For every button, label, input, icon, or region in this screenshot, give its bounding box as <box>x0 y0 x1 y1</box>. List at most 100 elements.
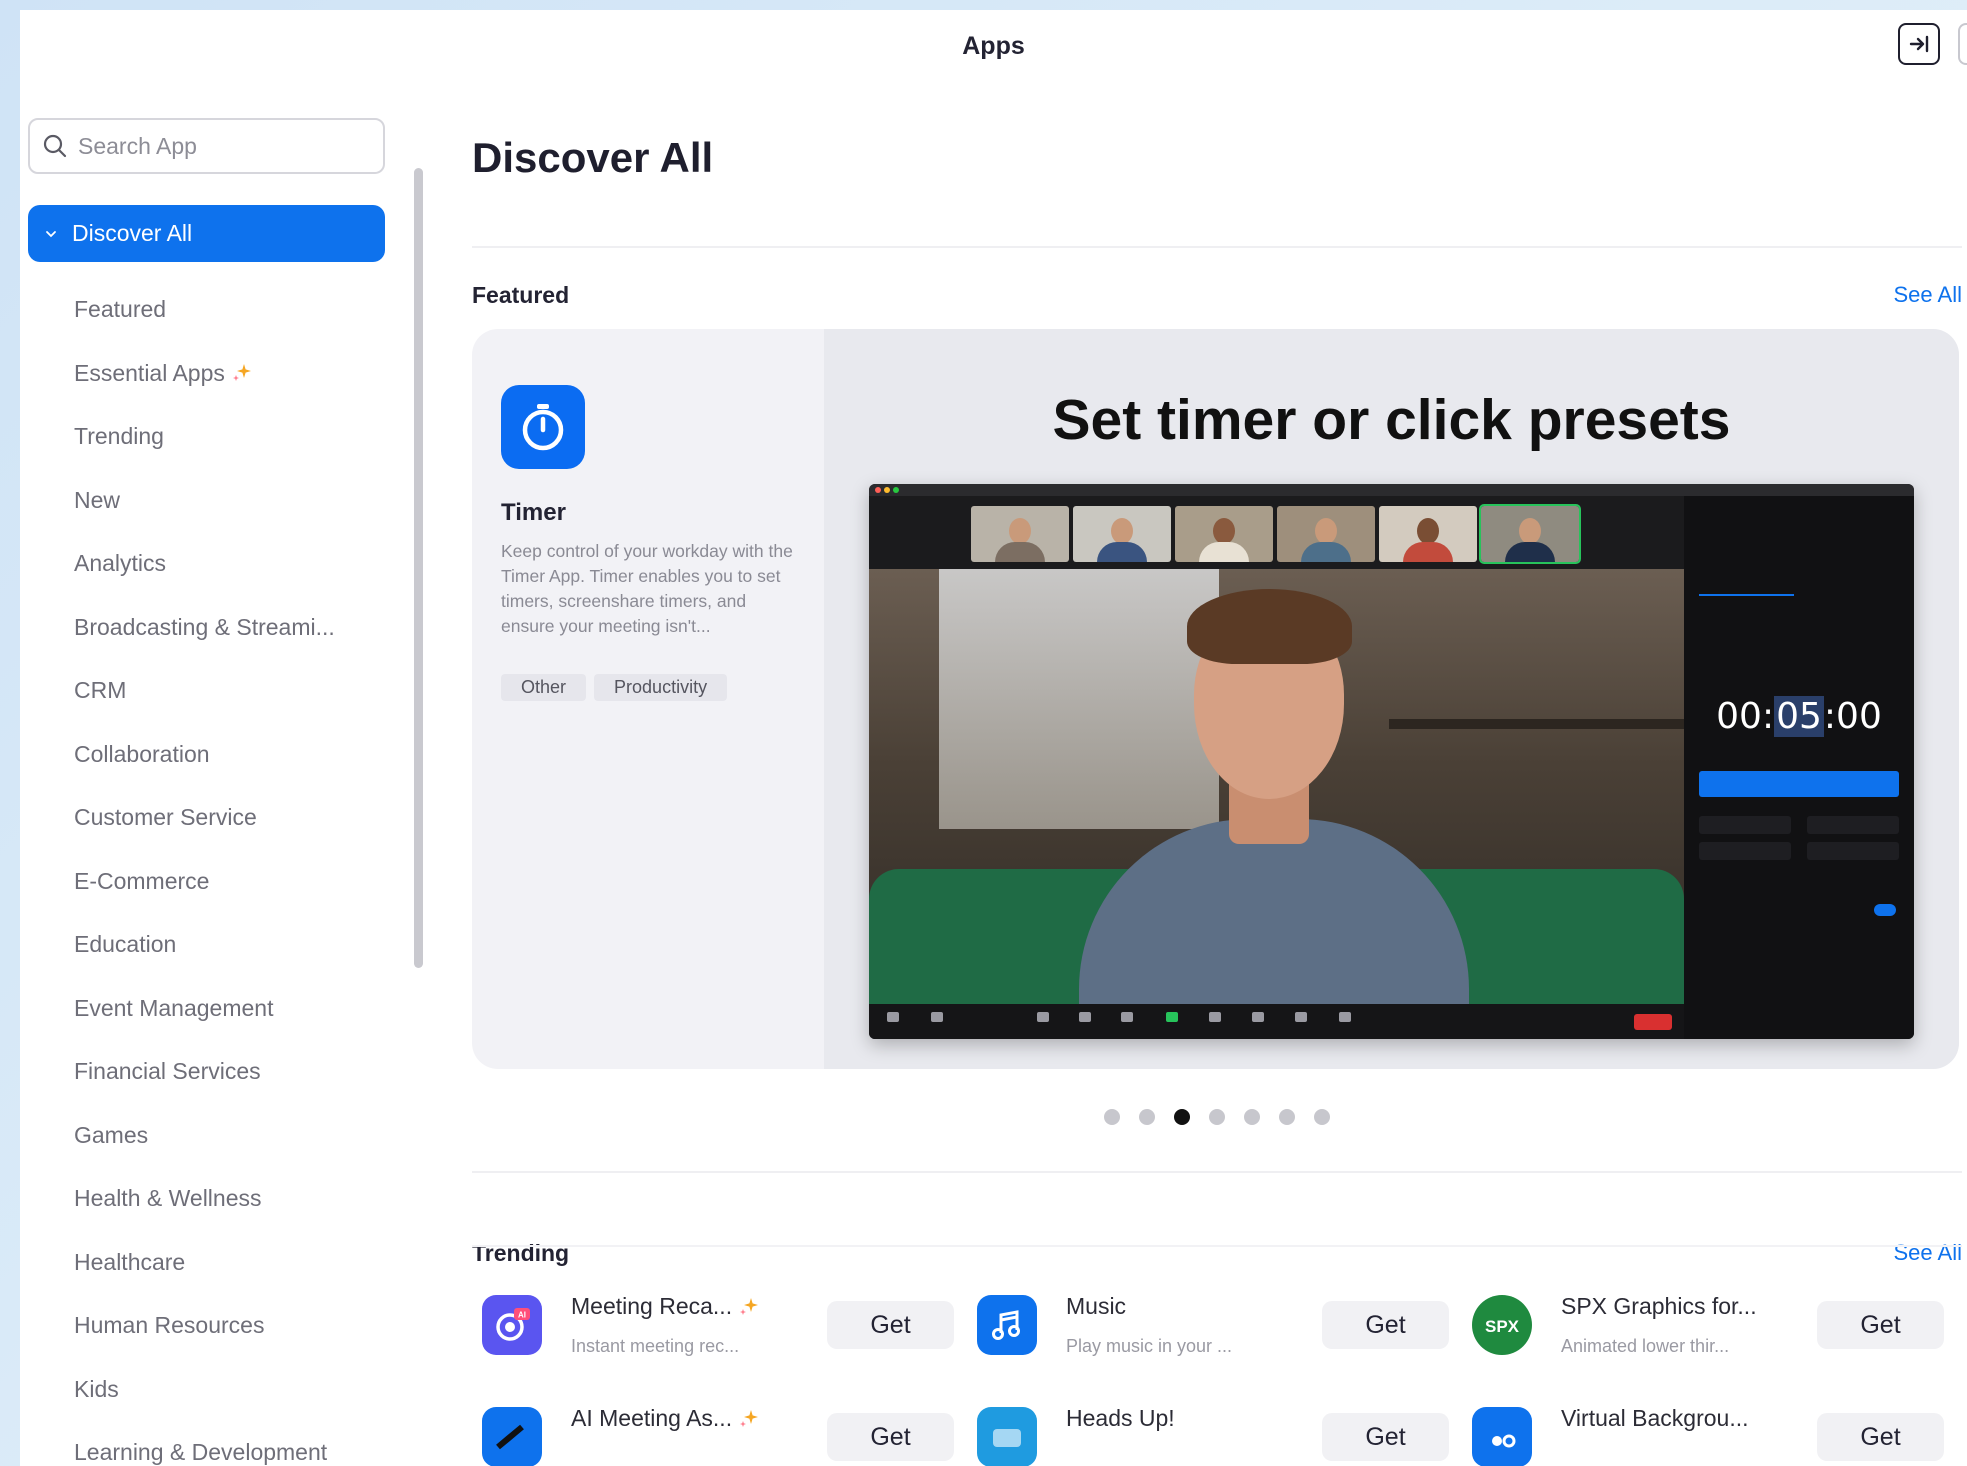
carousel-dot[interactable] <box>1314 1109 1330 1125</box>
speaker-video <box>869 569 1684 1004</box>
sidebar-item-human-resources[interactable]: Human Resources <box>74 1294 335 1358</box>
carousel-dot[interactable] <box>1139 1109 1155 1125</box>
sparkle-icon <box>738 1408 760 1430</box>
get-button[interactable]: Get <box>1322 1413 1449 1461</box>
featured-app-name: Timer <box>501 499 566 526</box>
trending-app-item[interactable]: Heads Up! Get <box>967 1388 1457 1466</box>
divider <box>472 1245 1962 1247</box>
get-button[interactable]: Get <box>1817 1413 1944 1461</box>
collapse-panel-button[interactable] <box>1898 23 1940 65</box>
sidebar-item-label: New <box>74 486 121 513</box>
sidebar-item-label: Essential Apps <box>74 359 225 386</box>
sidebar-item-label: Broadcasting & Streami... <box>74 613 335 640</box>
sidebar-item-new[interactable]: New <box>74 469 335 533</box>
sidebar-item-label: Kids <box>74 1375 119 1402</box>
trending-app-item[interactable]: AI Meeting Reca... Instant meeting rec... G… <box>472 1276 962 1386</box>
promo-banner: Set timer or click presets 00:05:00 <box>824 329 1959 1069</box>
sidebar-item-financial-services[interactable]: Financial Services <box>74 1040 335 1104</box>
participant-thumbnail <box>1479 504 1581 564</box>
trending-app-item[interactable]: Music Play music in your ... Get <box>967 1276 1457 1386</box>
divider <box>472 246 1962 248</box>
sidebar-item-analytics[interactable]: Analytics <box>74 532 335 596</box>
carousel-dot[interactable] <box>1104 1109 1120 1125</box>
trending-app-name: SPX Graphics for... <box>1561 1293 1757 1319</box>
carousel-dot[interactable] <box>1209 1109 1225 1125</box>
carousel-dot[interactable] <box>1279 1109 1295 1125</box>
search-input[interactable] <box>78 132 358 160</box>
featured-app-card[interactable]: Timer Keep control of your workday with … <box>472 329 1959 1069</box>
featured-app-tags: Other Productivity <box>501 674 728 701</box>
svg-text:AI: AI <box>518 1311 526 1320</box>
sidebar-item-label: CRM <box>74 677 127 704</box>
sidebar-scrollbar[interactable] <box>414 168 423 968</box>
featured-app-description: Keep control of your workday with the Ti… <box>501 541 793 636</box>
timer-app-screenshot: 00:05:00 <box>869 484 1914 1039</box>
search-box[interactable] <box>28 118 385 174</box>
stopwatch-icon <box>501 385 585 469</box>
timer-start-button <box>1699 771 1899 797</box>
apps-window: Apps Discover All Featured Essential Apps… <box>20 10 1967 1466</box>
page-title: Discover All <box>472 134 714 181</box>
trending-app-name: Meeting Reca... <box>571 1293 760 1320</box>
sidebar-item-kids[interactable]: Kids <box>74 1358 335 1422</box>
sidebar-item-label: Customer Service <box>74 804 257 831</box>
trending-app-description: Instant meeting rec... <box>571 1336 740 1356</box>
sidebar-item-trending[interactable]: Trending <box>74 405 335 469</box>
participant-thumbnail <box>1175 506 1273 562</box>
sidebar-item-customer-service[interactable]: Customer Service <box>74 786 335 850</box>
virtual-background-icon <box>1472 1407 1532 1466</box>
sidebar-item-event-management[interactable]: Event Management <box>74 977 335 1041</box>
participant-thumbnails <box>971 504 1581 564</box>
carousel-pagination <box>1104 1109 1330 1125</box>
sidebar: Discover All Featured Essential Apps Trend… <box>20 90 432 1466</box>
search-icon <box>43 134 67 158</box>
get-button[interactable]: Get <box>1322 1301 1449 1349</box>
participant-thumbnail <box>1277 506 1375 562</box>
get-button[interactable]: Get <box>1817 1301 1944 1349</box>
sidebar-item-games[interactable]: Games <box>74 1104 335 1168</box>
sparkle-icon <box>738 1296 760 1318</box>
sidebar-item-education[interactable]: Education <box>74 913 335 977</box>
ai-meeting-icon <box>482 1407 542 1466</box>
trending-see-all-link[interactable]: See All <box>1894 1240 1963 1266</box>
sidebar-item-label: E-Commerce <box>74 867 210 894</box>
sidebar-item-featured[interactable]: Featured <box>74 278 335 342</box>
music-icon <box>977 1295 1037 1355</box>
carousel-dot[interactable] <box>1174 1109 1190 1125</box>
sidebar-item-collaboration[interactable]: Collaboration <box>74 723 335 787</box>
window-edge-button[interactable] <box>1958 23 1967 65</box>
sidebar-item-label: Event Management <box>74 994 274 1021</box>
trending-app-item[interactable]: SPX SPX Graphics for... Animated lower thi… <box>1462 1276 1952 1386</box>
sidebar-item-essential-apps[interactable]: Essential Apps <box>74 342 335 406</box>
sidebar-item-label: Analytics <box>74 550 167 577</box>
featured-section-title: Featured <box>472 282 570 308</box>
sidebar-item-broadcasting-streami[interactable]: Broadcasting & Streami... <box>74 596 335 660</box>
sidebar-item-e-commerce[interactable]: E-Commerce <box>74 850 335 914</box>
carousel-dot[interactable] <box>1244 1109 1260 1125</box>
trending-app-item[interactable]: Virtual Backgrou... Get <box>1462 1388 1952 1466</box>
participant-thumbnail <box>971 506 1069 562</box>
sidebar-item-health-wellness[interactable]: Health & Wellness <box>74 1167 335 1231</box>
sparkle-icon <box>231 362 253 384</box>
sidebar-item-healthcare[interactable]: Healthcare <box>74 1231 335 1295</box>
featured-see-all-link[interactable]: See All <box>1894 282 1963 308</box>
get-button[interactable]: Get <box>827 1413 954 1461</box>
sidebar-item-crm[interactable]: CRM <box>74 659 335 723</box>
trending-app-name: AI Meeting As... <box>571 1405 760 1432</box>
spx-icon: SPX <box>1472 1295 1532 1355</box>
get-button[interactable]: Get <box>827 1301 954 1349</box>
trending-app-name: Virtual Backgrou... <box>1561 1405 1749 1431</box>
sidebar-item-label: Health & Wellness <box>74 1185 262 1212</box>
trending-app-item[interactable]: AI Meeting As... Get <box>472 1388 962 1466</box>
heads-up-icon <box>977 1407 1037 1466</box>
sidebar-item-learning-development[interactable]: Learning & Development <box>74 1421 335 1466</box>
sidebar-item-discover-all[interactable]: Discover All <box>28 205 385 262</box>
trending-app-name: Heads Up! <box>1066 1405 1175 1431</box>
promo-title: Set timer or click presets <box>1052 388 1731 452</box>
screenshot-title-bar <box>869 484 1914 496</box>
main-content: Discover All Featured See All Timer Keep… <box>472 90 1967 1466</box>
meeting-toolbar <box>869 1004 1684 1039</box>
sidebar-item-label: Learning & Development <box>74 1439 328 1466</box>
tag[interactable]: Other <box>501 674 587 701</box>
tag[interactable]: Productivity <box>594 674 728 701</box>
